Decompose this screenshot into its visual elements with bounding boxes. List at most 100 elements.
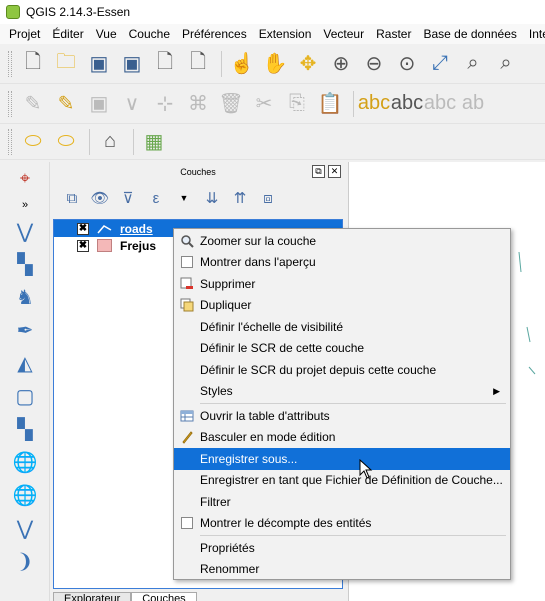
dropdown-arrow-icon[interactable]: ▼ (172, 186, 196, 210)
add-wcs-layer-icon[interactable]: 🌐 (0, 479, 50, 512)
menu-projet[interactable]: Projet (3, 27, 46, 41)
menu-save-as-layer-definition[interactable]: Enregistrer en tant que Fichier de Défin… (174, 470, 510, 492)
menu-extension[interactable]: Extension (253, 27, 318, 41)
menu-save-as[interactable]: Enregistrer sous... (174, 448, 510, 470)
cut-features-icon[interactable]: ✂ (249, 89, 279, 119)
save-project-icon[interactable]: ▣ (84, 49, 114, 79)
zoom-layer-icon[interactable]: ⌕ (491, 49, 521, 79)
add-vector-layer-icon[interactable]: ⋁ (0, 215, 50, 248)
add-postgis-layer-icon[interactable]: ♞ (0, 281, 50, 314)
menu-raster[interactable]: Raster (370, 27, 417, 41)
menu-rename[interactable]: Renommer (174, 559, 510, 581)
move-feature-icon[interactable]: ⊹ (150, 89, 180, 119)
tab-couches[interactable]: Couches (131, 592, 197, 601)
pan-to-selection-icon[interactable]: ✥ (293, 49, 323, 79)
toolbar-grip[interactable] (8, 128, 12, 155)
label-toolbar-icon[interactable]: abc (358, 89, 390, 119)
remove-layer-icon[interactable]: ⧈ (256, 186, 280, 210)
expand-all-icon[interactable]: ⇊ (200, 186, 224, 210)
delete-selected-icon[interactable]: 🗑 (216, 89, 246, 119)
menu-couche[interactable]: Couche (123, 27, 176, 41)
zoom-out-icon[interactable]: ⊖ (359, 49, 389, 79)
menu-show-feature-count[interactable]: Montrer le décompte des entités (174, 513, 510, 535)
layer-name[interactable]: Frejus (120, 239, 156, 253)
menu-set-project-crs[interactable]: Définir le SCR du projet depuis cette co… (174, 359, 510, 381)
menu-set-layer-crs[interactable]: Définir le SCR de cette couche (174, 338, 510, 360)
add-raster-layer-icon[interactable]: ▚ (0, 248, 50, 281)
checkbox-icon[interactable] (181, 517, 193, 530)
save-edits-icon[interactable]: ▣ (84, 89, 114, 119)
menu-separator (200, 403, 506, 404)
pin-labels-icon[interactable]: abc (424, 89, 456, 119)
add-wfs-layer-icon[interactable]: ⋁ (0, 512, 50, 545)
menu-item-label: Ouvrir la table d'attributs (200, 408, 330, 423)
gps-icon[interactable]: ⬭ (18, 127, 48, 157)
digitize-icon[interactable]: ⌂ (95, 127, 125, 157)
crosshair-icon[interactable]: ⌖ (0, 162, 50, 195)
filter-legend-icon[interactable]: ⊽ (116, 186, 140, 210)
expand-toolbar-icon[interactable]: » (0, 195, 50, 215)
close-panel-icon[interactable]: ✕ (328, 165, 341, 178)
menu-toggle-editing[interactable]: Basculer en mode édition (174, 427, 510, 449)
layer-visibility-checkbox[interactable]: ✖ (77, 222, 89, 235)
float-panel-icon[interactable]: ⧉ (312, 165, 325, 178)
add-feature-icon[interactable]: ∨ (117, 89, 147, 119)
menu-set-scale-visibility[interactable]: Définir l'échelle de visibilité (174, 316, 510, 338)
menu-open-attribute-table[interactable]: Ouvrir la table d'attributs (174, 405, 510, 427)
menu-vue[interactable]: Vue (90, 27, 123, 41)
pan-icon[interactable]: ✋ (260, 49, 290, 79)
add-delimited-text-layer-icon[interactable]: ❩ (0, 545, 50, 578)
manage-visibility-icon[interactable]: 👁 (88, 186, 112, 210)
layers-panel-title: Couches (180, 167, 216, 177)
menu-styles[interactable]: Styles ▶ (174, 381, 510, 403)
menu-base-de-donnees[interactable]: Base de données (417, 27, 522, 41)
new-project-icon[interactable]: 🗋 (18, 49, 48, 79)
highlight-pinned-labels-icon[interactable]: abc (391, 89, 423, 119)
menu-editer[interactable]: Éditer (46, 27, 89, 41)
touch-zoom-icon[interactable]: ☝ (227, 49, 257, 79)
new-print-composer-icon[interactable]: 🗋 (150, 49, 180, 79)
paste-features-icon[interactable]: 📋 (315, 89, 345, 119)
add-oracle-layer-icon[interactable]: ▢ (0, 380, 50, 413)
menu-vecteur[interactable]: Vecteur (317, 27, 370, 41)
show-hide-labels-icon[interactable]: ab (458, 89, 488, 119)
copy-features-icon[interactable]: ⎘ (282, 89, 312, 119)
zoom-selection-icon[interactable]: ⌕ (458, 49, 488, 79)
layer-name[interactable]: roads (120, 222, 153, 236)
add-db2-layer-icon[interactable]: ▚ (0, 413, 50, 446)
add-mssql-layer-icon[interactable]: ◭ (0, 347, 50, 380)
menu-filter[interactable]: Filtrer (174, 491, 510, 513)
toggle-editing-icon[interactable]: ✎ (51, 89, 81, 119)
add-group-icon[interactable]: ⧉ (60, 186, 84, 210)
attribute-table-icon (174, 409, 200, 423)
tab-explorateur[interactable]: Explorateur (53, 592, 132, 601)
zoom-native-icon[interactable]: ⊙ (392, 49, 422, 79)
open-project-icon[interactable]: 🗀 (51, 49, 81, 79)
layers-panel-header: Couches ⧉ ✕ (50, 162, 346, 182)
gps-point-icon[interactable]: ⬭ (51, 127, 81, 157)
zoom-in-icon[interactable]: ⊕ (326, 49, 356, 79)
current-edits-icon[interactable]: ✎ (18, 89, 48, 119)
add-wms-layer-icon[interactable]: 🌐 (0, 446, 50, 479)
menu-duplicate[interactable]: Dupliquer (174, 295, 510, 317)
toolbar-grip[interactable] (8, 50, 12, 77)
save-as-icon[interactable]: ▣ (117, 49, 147, 79)
toolbar-grip[interactable] (8, 90, 12, 117)
checkbox-icon[interactable] (181, 256, 193, 269)
node-tool-icon[interactable]: ⌘ (183, 89, 213, 119)
window-title: QGIS 2.14.3-Essen (26, 5, 131, 19)
zoom-layer-icon (174, 234, 200, 248)
menu-show-in-overview[interactable]: Montrer dans l'aperçu (174, 252, 510, 274)
zoom-full-icon[interactable]: ⤢ (425, 49, 455, 79)
composer-manager-icon[interactable]: 🗋 (183, 49, 213, 79)
layer-visibility-checkbox[interactable]: ✖ (77, 239, 89, 252)
menu-properties[interactable]: Propriétés (174, 537, 510, 559)
processing-icon[interactable]: ▦ (139, 127, 169, 157)
filter-expression-icon[interactable]: ε (144, 186, 168, 210)
menu-remove[interactable]: Supprimer (174, 273, 510, 295)
menu-preferences[interactable]: Préférences (176, 27, 253, 41)
menu-internet[interactable]: Interne (523, 27, 545, 41)
menu-zoom-to-layer[interactable]: Zoomer sur la couche (174, 230, 510, 252)
add-spatialite-layer-icon[interactable]: ✒ (0, 314, 50, 347)
collapse-all-icon[interactable]: ⇈ (228, 186, 252, 210)
